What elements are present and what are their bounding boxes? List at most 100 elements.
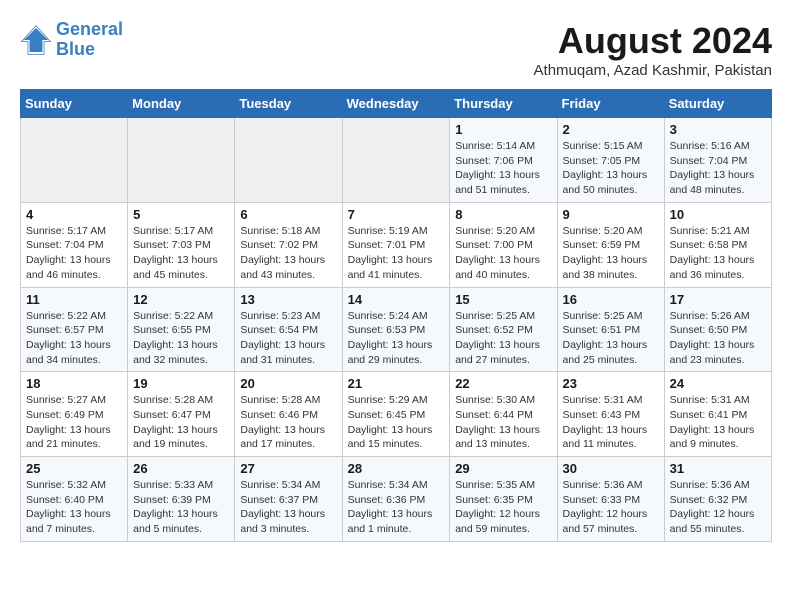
day-number: 2: [563, 122, 659, 137]
day-number: 11: [26, 292, 122, 307]
calendar-cell: 13Sunrise: 5:23 AM Sunset: 6:54 PM Dayli…: [235, 287, 342, 372]
day-number: 20: [240, 376, 336, 391]
calendar-cell: 22Sunrise: 5:30 AM Sunset: 6:44 PM Dayli…: [450, 372, 557, 457]
calendar-table: SundayMondayTuesdayWednesdayThursdayFrid…: [20, 89, 772, 542]
day-info: Sunrise: 5:22 AM Sunset: 6:57 PM Dayligh…: [26, 309, 122, 368]
day-info: Sunrise: 5:17 AM Sunset: 7:03 PM Dayligh…: [133, 224, 229, 283]
calendar-cell: [342, 118, 450, 203]
day-number: 1: [455, 122, 551, 137]
day-number: 16: [563, 292, 659, 307]
calendar-cell: 15Sunrise: 5:25 AM Sunset: 6:52 PM Dayli…: [450, 287, 557, 372]
day-number: 30: [563, 461, 659, 476]
calendar-header: SundayMondayTuesdayWednesdayThursdayFrid…: [21, 90, 772, 118]
day-info: Sunrise: 5:36 AM Sunset: 6:33 PM Dayligh…: [563, 478, 659, 537]
day-info: Sunrise: 5:36 AM Sunset: 6:32 PM Dayligh…: [670, 478, 766, 537]
day-number: 31: [670, 461, 766, 476]
calendar-cell: 16 Sunrise: 5:25 AM Sunset: 6:51 PM Dayli…: [557, 287, 664, 372]
calendar-cell: 30 Sunrise: 5:36 AM Sunset: 6:33 PM Dayli…: [557, 457, 664, 542]
day-number: 26: [133, 461, 229, 476]
day-info: Sunrise: 5:21 AM Sunset: 6:58 PM Dayligh…: [670, 224, 766, 283]
day-info: Sunrise: 5:35 AM Sunset: 6:35 PM Dayligh…: [455, 478, 551, 537]
day-info: Sunrise: 5:28 AM Sunset: 6:46 PM Dayligh…: [240, 393, 336, 452]
calendar-body: 1 Sunrise: 5:14 AM Sunset: 7:06 PM Daylig…: [21, 118, 772, 542]
calendar-cell: [128, 118, 235, 203]
page-header: General Blue August 2024 Athmuqam, Azad …: [20, 20, 772, 79]
calendar-cell: [21, 118, 128, 203]
calendar-cell: [235, 118, 342, 203]
day-number: 29: [455, 461, 551, 476]
calendar-cell: 5Sunrise: 5:17 AM Sunset: 7:03 PM Daylig…: [128, 202, 235, 287]
calendar-cell: 20 Sunrise: 5:28 AM Sunset: 6:46 PM Dayli…: [235, 372, 342, 457]
calendar-cell: 29 Sunrise: 5:35 AM Sunset: 6:35 PM Dayli…: [450, 457, 557, 542]
day-number: 14: [348, 292, 445, 307]
logo-line1: General: [56, 19, 123, 39]
calendar-week-1: 1 Sunrise: 5:14 AM Sunset: 7:06 PM Daylig…: [21, 118, 772, 203]
day-number: 15: [455, 292, 551, 307]
day-info: Sunrise: 5:26 AM Sunset: 6:50 PM Dayligh…: [670, 309, 766, 368]
calendar-cell: 2 Sunrise: 5:15 AM Sunset: 7:05 PM Daylig…: [557, 118, 664, 203]
day-number: 9: [563, 207, 659, 222]
day-info: Sunrise: 5:27 AM Sunset: 6:49 PM Dayligh…: [26, 393, 122, 452]
day-info: Sunrise: 5:29 AM Sunset: 6:45 PM Dayligh…: [348, 393, 445, 452]
day-number: 12: [133, 292, 229, 307]
day-info: Sunrise: 5:15 AM Sunset: 7:05 PM Dayligh…: [563, 139, 659, 198]
calendar-week-2: 4 Sunrise: 5:17 AM Sunset: 7:04 PM Daylig…: [21, 202, 772, 287]
day-number: 17: [670, 292, 766, 307]
calendar-cell: 8Sunrise: 5:20 AM Sunset: 7:00 PM Daylig…: [450, 202, 557, 287]
header-cell-saturday: Saturday: [664, 90, 771, 118]
calendar-cell: 6 Sunrise: 5:18 AM Sunset: 7:02 PM Daylig…: [235, 202, 342, 287]
calendar-cell: 21 Sunrise: 5:29 AM Sunset: 6:45 PM Dayli…: [342, 372, 450, 457]
day-number: 19: [133, 376, 229, 391]
day-info: Sunrise: 5:23 AM Sunset: 6:54 PM Dayligh…: [240, 309, 336, 368]
day-info: Sunrise: 5:33 AM Sunset: 6:39 PM Dayligh…: [133, 478, 229, 537]
day-number: 4: [26, 207, 122, 222]
day-info: Sunrise: 5:31 AM Sunset: 6:43 PM Dayligh…: [563, 393, 659, 452]
day-number: 23: [563, 376, 659, 391]
calendar-cell: 11 Sunrise: 5:22 AM Sunset: 6:57 PM Dayli…: [21, 287, 128, 372]
day-number: 21: [348, 376, 445, 391]
day-number: 25: [26, 461, 122, 476]
day-info: Sunrise: 5:17 AM Sunset: 7:04 PM Dayligh…: [26, 224, 122, 283]
calendar-week-5: 25 Sunrise: 5:32 AM Sunset: 6:40 PM Dayli…: [21, 457, 772, 542]
header-cell-wednesday: Wednesday: [342, 90, 450, 118]
header-row: SundayMondayTuesdayWednesdayThursdayFrid…: [21, 90, 772, 118]
header-cell-thursday: Thursday: [450, 90, 557, 118]
calendar-cell: 1 Sunrise: 5:14 AM Sunset: 7:06 PM Daylig…: [450, 118, 557, 203]
day-info: Sunrise: 5:18 AM Sunset: 7:02 PM Dayligh…: [240, 224, 336, 283]
calendar-cell: 12Sunrise: 5:22 AM Sunset: 6:55 PM Dayli…: [128, 287, 235, 372]
day-info: Sunrise: 5:14 AM Sunset: 7:06 PM Dayligh…: [455, 139, 551, 198]
calendar-cell: 14 Sunrise: 5:24 AM Sunset: 6:53 PM Dayli…: [342, 287, 450, 372]
day-info: Sunrise: 5:25 AM Sunset: 6:51 PM Dayligh…: [563, 309, 659, 368]
day-number: 10: [670, 207, 766, 222]
logo-text: General Blue: [56, 20, 123, 60]
header-cell-monday: Monday: [128, 90, 235, 118]
calendar-week-4: 18 Sunrise: 5:27 AM Sunset: 6:49 PM Dayli…: [21, 372, 772, 457]
calendar-week-3: 11 Sunrise: 5:22 AM Sunset: 6:57 PM Dayli…: [21, 287, 772, 372]
logo: General Blue: [20, 20, 123, 60]
day-number: 22: [455, 376, 551, 391]
calendar-cell: 17 Sunrise: 5:26 AM Sunset: 6:50 PM Dayli…: [664, 287, 771, 372]
calendar-cell: 28 Sunrise: 5:34 AM Sunset: 6:36 PM Dayli…: [342, 457, 450, 542]
day-info: Sunrise: 5:24 AM Sunset: 6:53 PM Dayligh…: [348, 309, 445, 368]
day-info: Sunrise: 5:20 AM Sunset: 6:59 PM Dayligh…: [563, 224, 659, 283]
calendar-cell: 27Sunrise: 5:34 AM Sunset: 6:37 PM Dayli…: [235, 457, 342, 542]
calendar-cell: 10 Sunrise: 5:21 AM Sunset: 6:58 PM Dayli…: [664, 202, 771, 287]
day-info: Sunrise: 5:34 AM Sunset: 6:37 PM Dayligh…: [240, 478, 336, 537]
calendar-cell: 26 Sunrise: 5:33 AM Sunset: 6:39 PM Dayli…: [128, 457, 235, 542]
day-info: Sunrise: 5:34 AM Sunset: 6:36 PM Dayligh…: [348, 478, 445, 537]
day-info: Sunrise: 5:32 AM Sunset: 6:40 PM Dayligh…: [26, 478, 122, 537]
day-info: Sunrise: 5:16 AM Sunset: 7:04 PM Dayligh…: [670, 139, 766, 198]
day-number: 3: [670, 122, 766, 137]
calendar-cell: 25 Sunrise: 5:32 AM Sunset: 6:40 PM Dayli…: [21, 457, 128, 542]
logo-icon: [20, 24, 52, 56]
header-cell-tuesday: Tuesday: [235, 90, 342, 118]
day-number: 6: [240, 207, 336, 222]
day-number: 18: [26, 376, 122, 391]
day-info: Sunrise: 5:28 AM Sunset: 6:47 PM Dayligh…: [133, 393, 229, 452]
calendar-cell: 7 Sunrise: 5:19 AM Sunset: 7:01 PM Daylig…: [342, 202, 450, 287]
day-number: 7: [348, 207, 445, 222]
day-info: Sunrise: 5:19 AM Sunset: 7:01 PM Dayligh…: [348, 224, 445, 283]
calendar-cell: 4 Sunrise: 5:17 AM Sunset: 7:04 PM Daylig…: [21, 202, 128, 287]
day-number: 28: [348, 461, 445, 476]
calendar-cell: 19 Sunrise: 5:28 AM Sunset: 6:47 PM Dayli…: [128, 372, 235, 457]
